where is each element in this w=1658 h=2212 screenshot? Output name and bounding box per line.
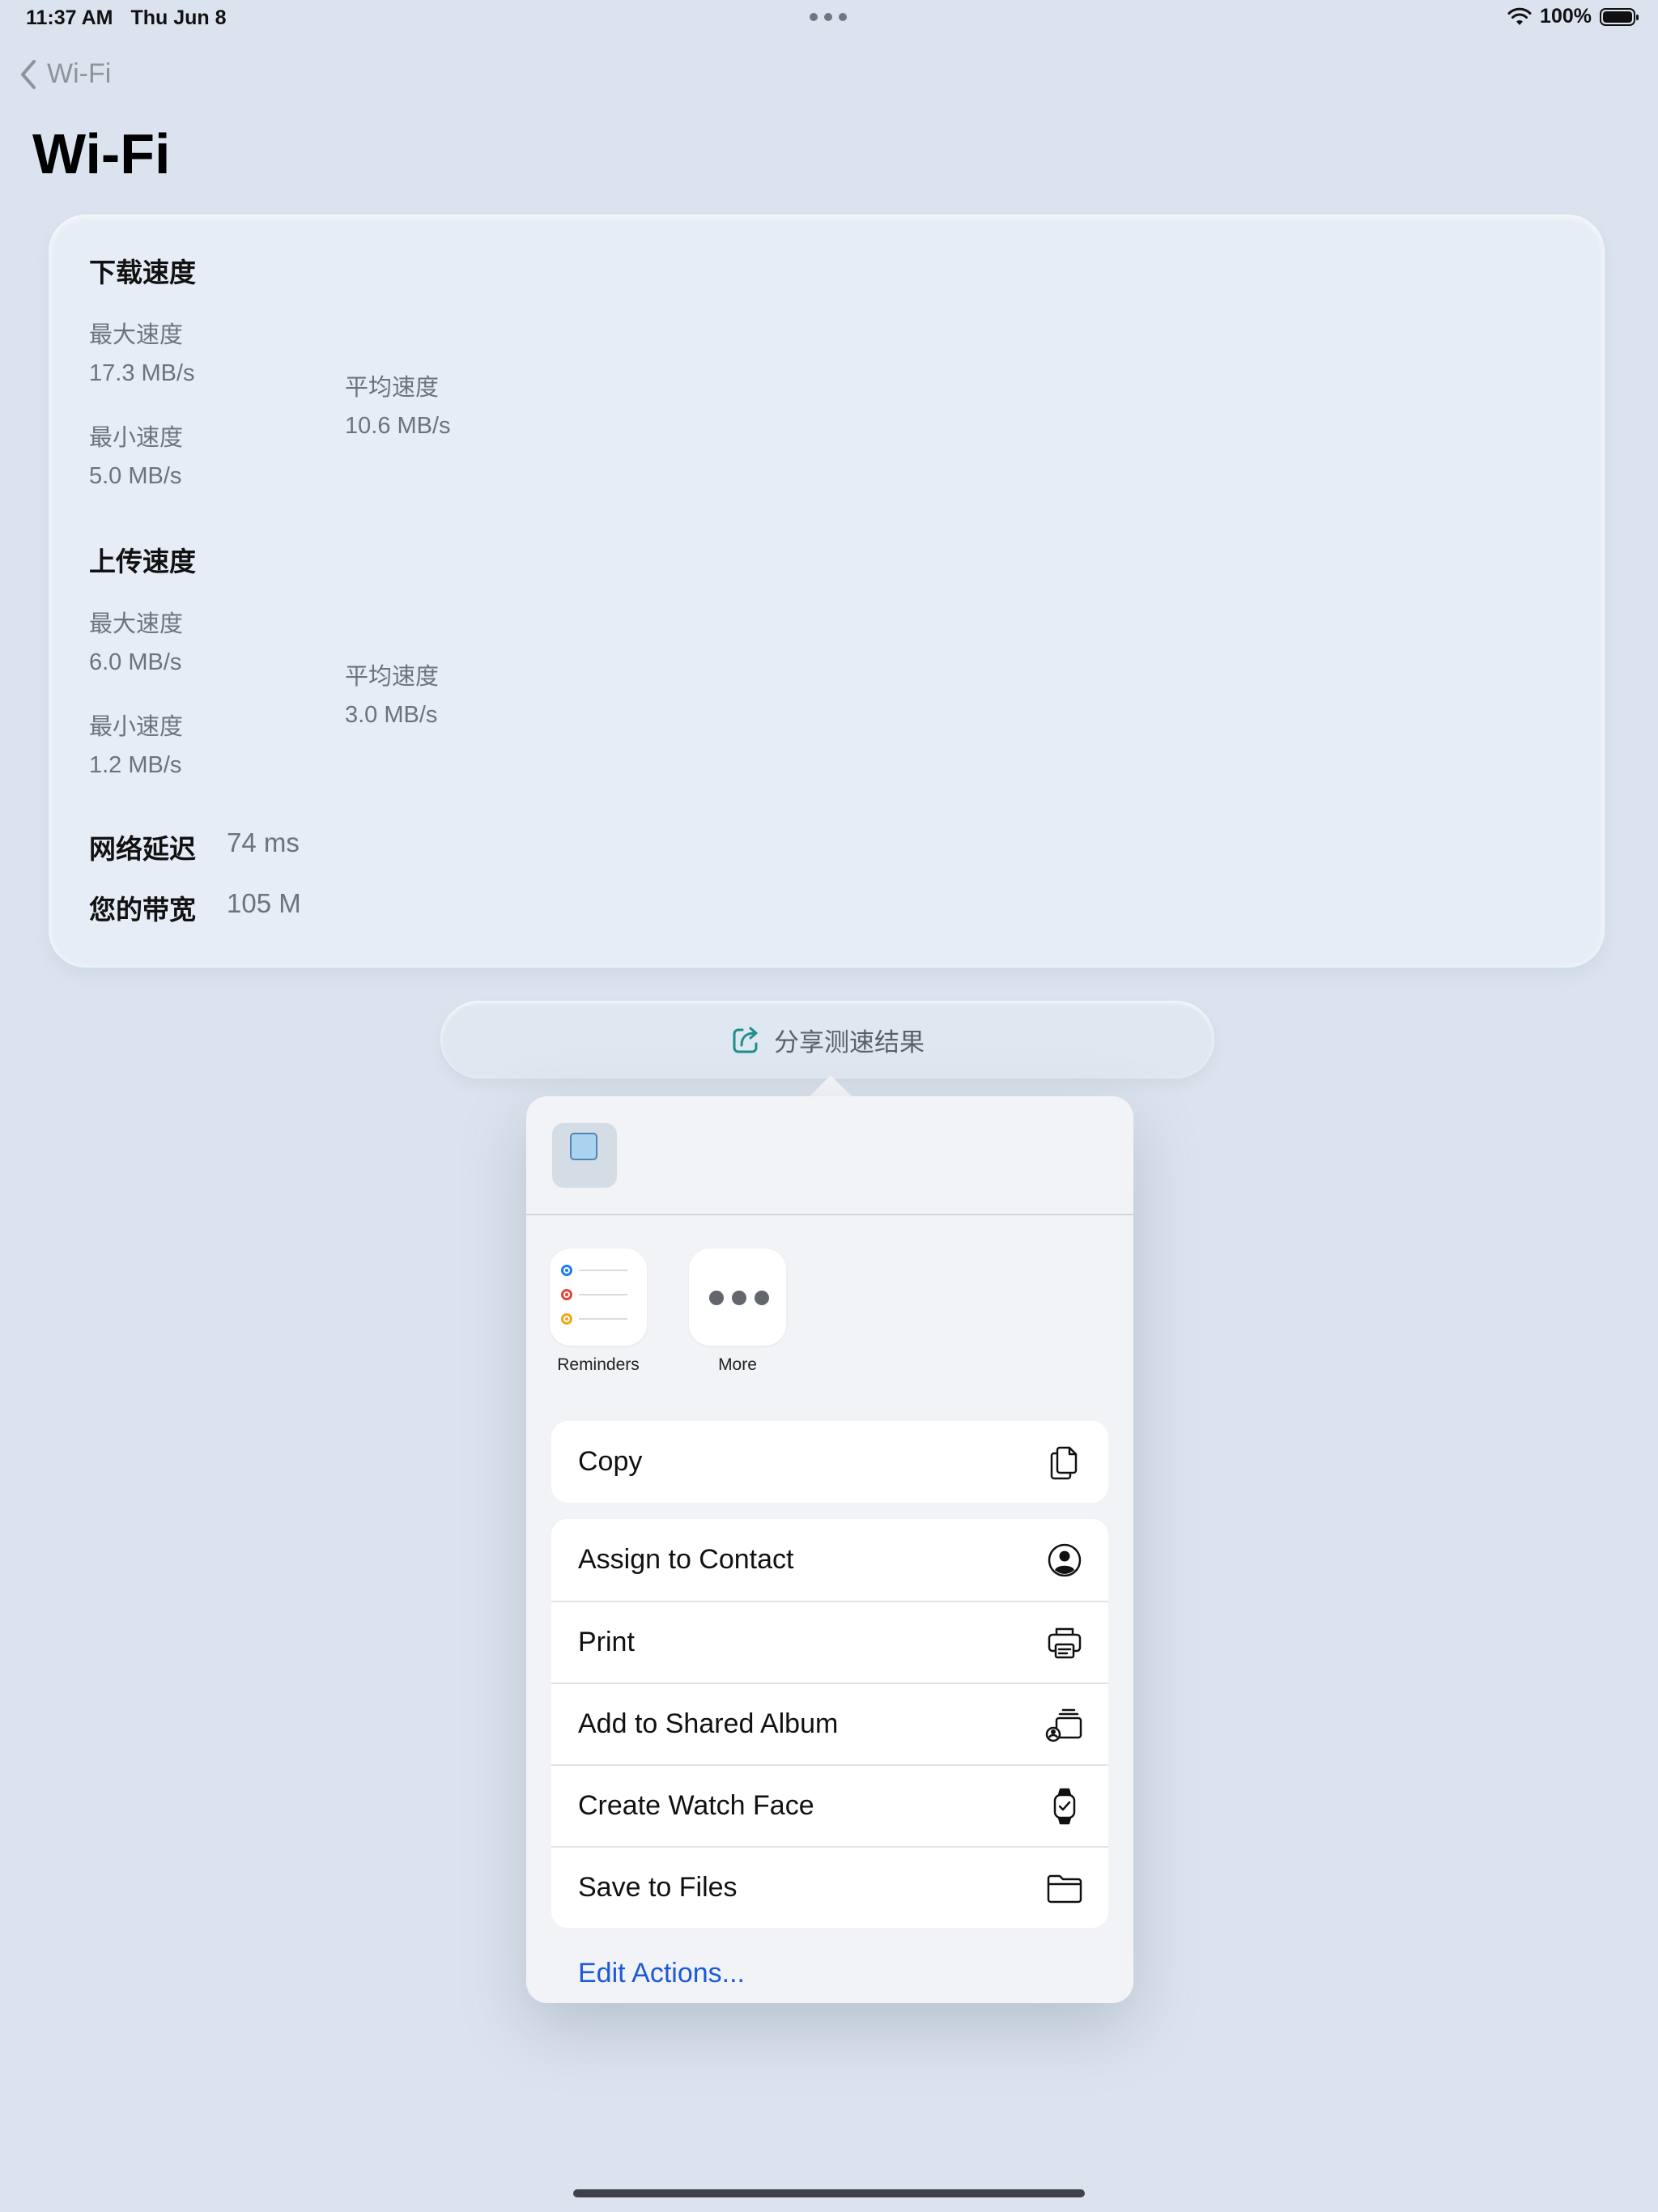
action-label: Assign to Contact bbox=[578, 1544, 794, 1575]
watch-icon bbox=[1053, 1788, 1076, 1824]
action-label: Print bbox=[578, 1627, 635, 1657]
download-min-value: 5.0 MB/s bbox=[89, 463, 182, 489]
upload-title: 上传速度 bbox=[89, 547, 196, 576]
page-title: Wi-Fi bbox=[32, 122, 171, 185]
upload-max-value: 6.0 MB/s bbox=[89, 649, 182, 675]
share-results-button[interactable]: 分享测速结果 bbox=[440, 1001, 1214, 1078]
folder-icon bbox=[1047, 1874, 1082, 1903]
status-time: 11:37 AM bbox=[26, 6, 113, 29]
download-max-label: 最大速度 bbox=[89, 322, 184, 348]
upload-avg-label: 平均速度 bbox=[345, 664, 440, 690]
action-create-watch-face[interactable]: Create Watch Face bbox=[551, 1764, 1108, 1846]
printer-icon bbox=[1048, 1627, 1082, 1658]
multitasking-dots-icon[interactable] bbox=[810, 13, 847, 21]
speed-test-card: 下载速度 最大速度 17.3 MB/s 最小速度 5.0 MB/s 平均速度 1… bbox=[49, 215, 1605, 968]
bandwidth-label: 您的带宽 bbox=[89, 895, 196, 925]
action-assign-to-contact[interactable]: Assign to Contact bbox=[551, 1519, 1108, 1601]
latency-label: 网络延迟 bbox=[89, 834, 196, 864]
action-label: Create Watch Face bbox=[578, 1790, 814, 1821]
battery-icon bbox=[1600, 7, 1639, 26]
app-more[interactable] bbox=[689, 1249, 786, 1346]
upload-avg-value: 3.0 MB/s bbox=[345, 702, 438, 728]
status-date: Thu Jun 8 bbox=[130, 6, 227, 29]
actions-group: Assign to Contact Print Add to Shared Al… bbox=[551, 1519, 1108, 1928]
app-label-reminders: Reminders bbox=[557, 1355, 640, 1374]
battery-percent: 100% bbox=[1540, 5, 1592, 28]
status-bar: 11:37 AM Thu Jun 8 100% bbox=[0, 0, 1658, 39]
edit-actions-link[interactable]: Edit Actions... bbox=[578, 1958, 745, 1989]
status-left: 11:37 AM Thu Jun 8 bbox=[26, 6, 227, 30]
image-preview-icon bbox=[570, 1133, 597, 1160]
share-results-label: 分享测速结果 bbox=[774, 1027, 925, 1057]
latency-value: 74 ms bbox=[227, 827, 300, 857]
share-sheet-header bbox=[526, 1096, 1133, 1215]
wifi-icon bbox=[1507, 7, 1532, 25]
chevron-left-icon bbox=[21, 59, 36, 89]
status-right: 100% bbox=[1507, 5, 1639, 28]
download-min-label: 最小速度 bbox=[89, 425, 184, 451]
action-save-to-files[interactable]: Save to Files bbox=[551, 1846, 1108, 1928]
action-label: Save to Files bbox=[578, 1872, 738, 1903]
download-avg-label: 平均速度 bbox=[345, 375, 440, 401]
more-icon bbox=[709, 1291, 769, 1305]
popover-arrow bbox=[808, 1075, 853, 1098]
copy-action-group: Copy bbox=[551, 1421, 1108, 1503]
action-label: Add to Shared Album bbox=[578, 1708, 839, 1739]
download-max-value: 17.3 MB/s bbox=[89, 360, 195, 386]
home-indicator[interactable] bbox=[573, 2189, 1085, 2197]
upload-min-label: 最小速度 bbox=[89, 714, 184, 740]
app-reminders[interactable] bbox=[550, 1249, 647, 1346]
shared-image-thumbnail bbox=[552, 1123, 617, 1188]
back-button[interactable]: Wi-Fi bbox=[19, 58, 111, 90]
bandwidth-value: 105 M bbox=[227, 888, 301, 918]
share-sheet: Reminders More Copy Assign to Contact Pr… bbox=[526, 1096, 1133, 2003]
download-title: 下载速度 bbox=[89, 257, 196, 287]
action-copy[interactable]: Copy bbox=[551, 1421, 1108, 1503]
contact-icon bbox=[1048, 1543, 1082, 1576]
action-label: Copy bbox=[578, 1446, 643, 1477]
upload-max-label: 最大速度 bbox=[89, 611, 184, 637]
share-icon bbox=[733, 1027, 758, 1053]
shared-album-icon bbox=[1045, 1708, 1082, 1742]
copy-icon bbox=[1050, 1446, 1078, 1479]
app-label-more: More bbox=[718, 1355, 757, 1374]
download-avg-value: 10.6 MB/s bbox=[345, 413, 451, 439]
action-add-to-shared-album[interactable]: Add to Shared Album bbox=[551, 1682, 1108, 1764]
back-label: Wi-Fi bbox=[47, 58, 112, 89]
action-print[interactable]: Print bbox=[551, 1601, 1108, 1682]
upload-min-value: 1.2 MB/s bbox=[89, 752, 182, 778]
